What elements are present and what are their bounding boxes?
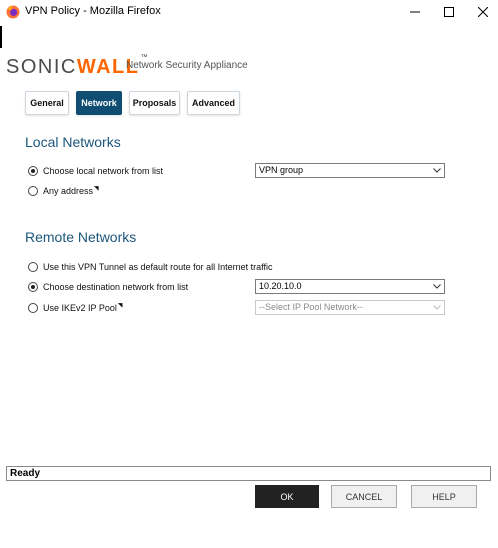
tagline: Network Security Appliance xyxy=(126,60,248,71)
any-address-option[interactable]: Any address ◥ xyxy=(28,186,99,196)
tooltip-marker-icon: ◥ xyxy=(117,302,123,309)
minimize-icon xyxy=(410,11,420,13)
help-button[interactable]: HELP xyxy=(411,485,477,508)
choose-destination-label: Choose destination network from list xyxy=(43,282,189,292)
close-icon xyxy=(478,7,488,17)
maximize-icon xyxy=(444,7,454,17)
window-titlebar: VPN Policy - Mozilla Firefox xyxy=(0,0,498,24)
destination-network-select[interactable]: 10.20.10.0 xyxy=(255,279,445,294)
text-cursor-mark xyxy=(0,26,2,48)
tab-network[interactable]: Network xyxy=(76,91,122,115)
ikev2-pool-radio[interactable] xyxy=(28,303,38,313)
ok-button[interactable]: OK xyxy=(255,485,319,508)
tooltip-marker-icon: ◥ xyxy=(94,185,99,192)
ikev2-pool-label: Use IKEv2 IP Pool xyxy=(43,303,117,313)
local-network-select[interactable]: VPN group xyxy=(255,163,445,178)
choose-destination-radio[interactable] xyxy=(28,282,38,292)
choose-local-network-option[interactable]: Choose local network from list xyxy=(28,166,163,176)
chevron-down-icon xyxy=(433,284,441,289)
local-networks-title: Local Networks xyxy=(25,134,121,150)
chevron-down-icon xyxy=(433,305,441,310)
choose-local-network-label: Choose local network from list xyxy=(43,166,164,176)
ikev2-pool-option[interactable]: Use IKEv2 IP Pool ◥ xyxy=(28,303,123,313)
ip-pool-value: --Select IP Pool Network-- xyxy=(259,302,363,312)
tab-general[interactable]: General xyxy=(25,91,69,115)
default-route-option[interactable]: Use this VPN Tunnel as default route for… xyxy=(28,262,272,272)
ip-pool-select: --Select IP Pool Network-- xyxy=(255,300,445,315)
tab-advanced[interactable]: Advanced xyxy=(187,91,240,115)
tab-bar: General Network Proposals Advanced xyxy=(25,91,247,115)
status-bar: Ready xyxy=(6,466,491,481)
local-network-value: VPN group xyxy=(259,165,304,175)
default-route-label: Use this VPN Tunnel as default route for… xyxy=(43,262,273,272)
brand-header: SONICWALL™ Network Security Appliance xyxy=(0,50,498,90)
window-title: VPN Policy - Mozilla Firefox xyxy=(25,5,161,17)
choose-destination-option[interactable]: Choose destination network from list xyxy=(28,282,188,292)
cancel-button[interactable]: CANCEL xyxy=(331,485,397,508)
any-address-radio[interactable] xyxy=(28,186,38,196)
firefox-icon xyxy=(6,5,20,19)
remote-networks-title: Remote Networks xyxy=(25,229,137,245)
any-address-label: Any address xyxy=(43,186,94,196)
close-button[interactable] xyxy=(468,2,498,22)
choose-local-network-radio[interactable] xyxy=(28,166,38,176)
minimize-button[interactable] xyxy=(400,2,430,22)
default-route-radio[interactable] xyxy=(28,262,38,272)
chevron-down-icon xyxy=(433,168,441,173)
maximize-button[interactable] xyxy=(434,2,464,22)
destination-network-value: 10.20.10.0 xyxy=(259,281,302,291)
tab-proposals[interactable]: Proposals xyxy=(129,91,180,115)
